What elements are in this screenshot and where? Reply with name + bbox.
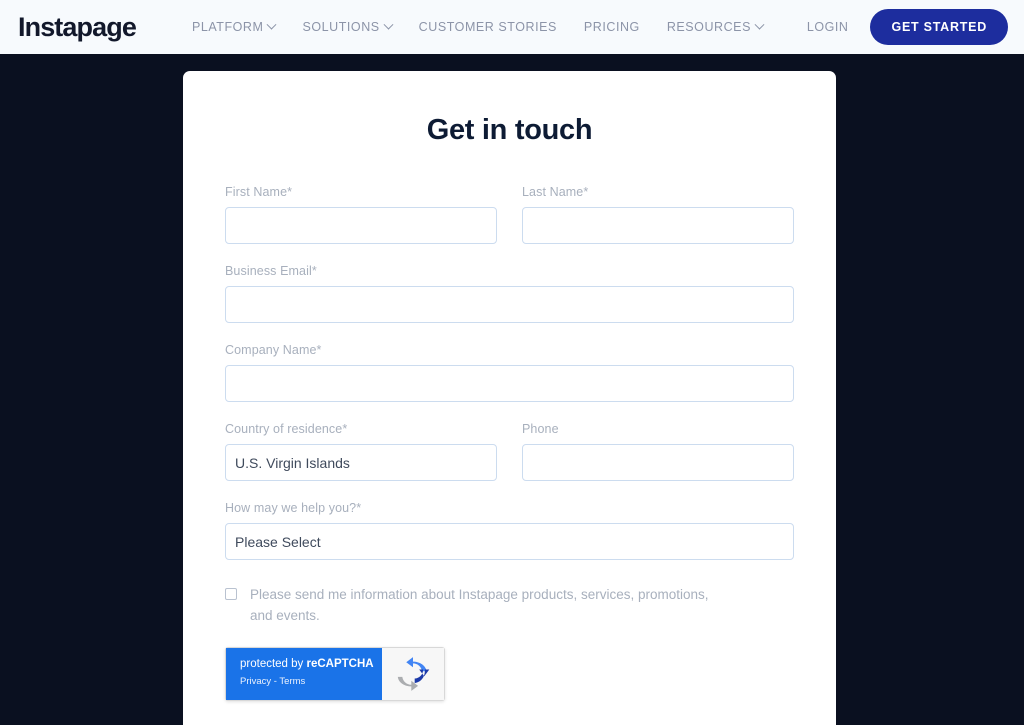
form-row-business-email: Business Email* xyxy=(225,264,794,323)
get-started-button[interactable]: GET STARTED xyxy=(870,9,1008,45)
recaptcha-logo-icon xyxy=(382,648,444,700)
page-title: Get in touch xyxy=(426,114,593,146)
nav-item-resources-label: RESOURCES xyxy=(666,20,751,34)
business-email-label: Business Email* xyxy=(225,264,317,278)
consent-label: Please send me information about Instapa… xyxy=(250,587,709,623)
consent-row: Please send me information about Instapa… xyxy=(225,584,794,626)
first-name-input[interactable] xyxy=(225,207,497,244)
company-name-label: Company Name* xyxy=(225,343,322,357)
consent-checkbox[interactable] xyxy=(225,588,237,600)
field-phone: Phone xyxy=(522,422,794,481)
instapage-logo[interactable]: Instapage xyxy=(18,13,137,41)
nav-item-customer-stories[interactable]: CUSTOMER STORIES xyxy=(419,20,557,34)
field-first-name: First Name* xyxy=(225,185,497,244)
contact-form-card: Get in touch First Name* Last Name* Busi… xyxy=(183,71,836,725)
company-name-input[interactable] xyxy=(225,365,794,402)
form-row-company-name: Company Name* xyxy=(225,343,794,402)
chevron-down-icon xyxy=(267,19,277,30)
form-row-help: How may we help you?* xyxy=(225,501,794,560)
nav-item-pricing[interactable]: PRICING xyxy=(584,20,640,34)
nav-item-platform[interactable]: PLATFORM xyxy=(191,19,277,34)
recaptcha-title-prefix: protected by xyxy=(240,658,307,670)
recaptcha-privacy-terms[interactable]: Privacy - Terms xyxy=(240,676,382,688)
nav-item-platform-label: PLATFORM xyxy=(191,20,264,34)
primary-nav-links: PLATFORM SOLUTIONS CUSTOMER STORIES PRIC… xyxy=(191,19,765,34)
chevron-down-icon xyxy=(383,19,394,30)
nav-item-solutions-label: SOLUTIONS xyxy=(302,20,380,34)
nav-item-resources[interactable]: RESOURCES xyxy=(666,19,765,34)
phone-input[interactable] xyxy=(522,444,794,481)
field-country: Country of residence* xyxy=(225,422,497,481)
page-body: Get in touch First Name* Last Name* Busi… xyxy=(0,54,1024,725)
top-navigation-bar: Instapage PLATFORM SOLUTIONS CUSTOMER ST… xyxy=(0,0,1024,54)
help-label: How may we help you?* xyxy=(225,501,362,515)
field-help: How may we help you?* xyxy=(225,501,794,560)
recaptcha-badge[interactable]: protected by reCAPTCHA Privacy - Terms xyxy=(225,647,445,701)
last-name-label: Last Name* xyxy=(522,185,589,199)
form-row-names: First Name* Last Name* xyxy=(225,185,794,244)
recaptcha-text-panel: protected by reCAPTCHA Privacy - Terms xyxy=(226,648,382,700)
nav-right-actions: LOGIN GET STARTED xyxy=(807,9,1008,45)
help-select[interactable] xyxy=(225,523,794,560)
recaptcha-title: protected by reCAPTCHA xyxy=(240,657,382,671)
business-email-input[interactable] xyxy=(225,286,794,323)
field-last-name: Last Name* xyxy=(522,185,794,244)
last-name-input[interactable] xyxy=(522,207,794,244)
phone-label: Phone xyxy=(522,422,559,436)
form-row-country-phone: Country of residence* Phone xyxy=(225,422,794,481)
field-company-name: Company Name* xyxy=(225,343,794,402)
first-name-label: First Name* xyxy=(225,185,293,199)
recaptcha-title-brand: reCAPTCHA xyxy=(306,658,374,670)
chevron-down-icon xyxy=(754,19,765,30)
country-select[interactable] xyxy=(225,444,497,481)
nav-item-solutions[interactable]: SOLUTIONS xyxy=(302,19,394,34)
field-business-email: Business Email* xyxy=(225,264,794,323)
country-label: Country of residence* xyxy=(225,422,348,436)
login-link[interactable]: LOGIN xyxy=(807,20,849,34)
